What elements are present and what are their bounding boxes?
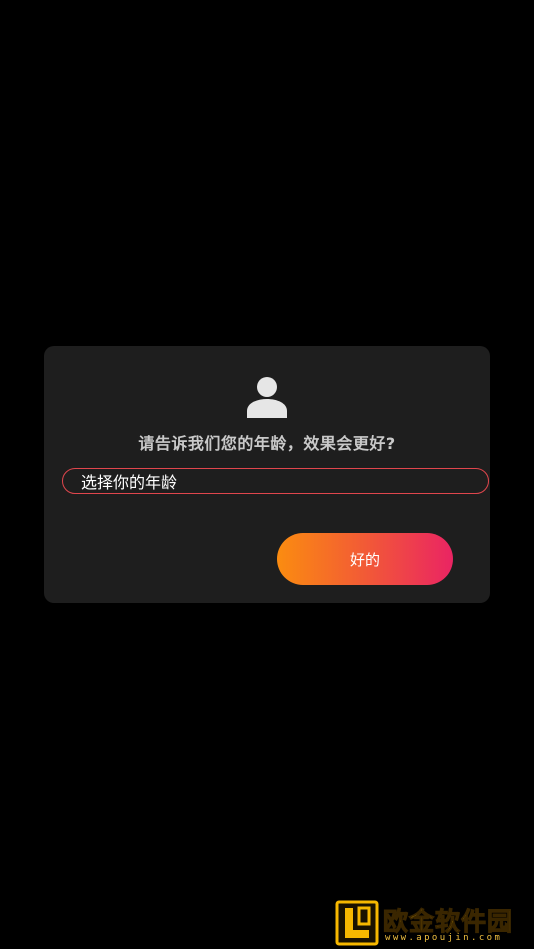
age-select-label: 选择你的年龄 — [81, 473, 178, 492]
dialog-question: 请告诉我们您的年龄，效果会更好? — [138, 434, 396, 453]
watermark: 欧金软件园 www.apoujin.com — [335, 900, 530, 946]
age-select-field[interactable]: 选择你的年龄 — [62, 468, 489, 494]
app-screen: 请告诉我们您的年龄，效果会更好? 选择你的年龄 好的 欧金软件园 www.apo… — [0, 0, 534, 949]
person-icon — [247, 377, 287, 418]
age-dialog: 请告诉我们您的年龄，效果会更好? 选择你的年龄 好的 — [44, 346, 490, 603]
watermark-logo-icon — [335, 900, 379, 946]
ok-button[interactable]: 好的 — [277, 533, 453, 585]
watermark-url: www.apoujin.com — [385, 933, 503, 943]
